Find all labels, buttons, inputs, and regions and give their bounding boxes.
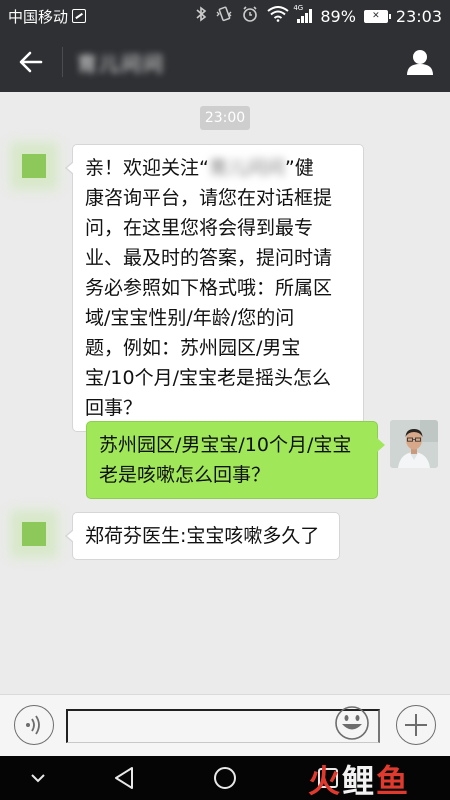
- arrow-left-icon: [19, 51, 43, 73]
- message-line: 域/宝宝性别/年龄/您的问: [85, 307, 295, 329]
- vibrate-icon: [215, 6, 233, 26]
- contact-avatar[interactable]: [10, 142, 58, 190]
- emoji-button[interactable]: [334, 705, 370, 741]
- message-line: 业、最及时的答案，提问时请: [85, 247, 333, 269]
- input-bar: [0, 694, 450, 756]
- watermark-logo: 火 鲤 鱼: [308, 758, 450, 800]
- status-icons: 4G 89% ✕ 23:03: [195, 4, 442, 27]
- chat-header: 育儿问问: [0, 32, 450, 92]
- carrier-group: 中国移动: [8, 6, 87, 27]
- emoji-icon: [335, 706, 369, 740]
- message-bubble-incoming[interactable]: 亲！欢迎关注“育儿问问”健 康咨询平台，请您在对话框提 问，在这里您将会得到最专…: [65, 144, 364, 432]
- back-triangle-icon: [115, 767, 133, 789]
- chat-title: 育儿问问: [77, 51, 165, 76]
- clock: 23:03: [395, 6, 442, 26]
- voice-button[interactable]: [14, 705, 54, 745]
- home-circle-icon: [214, 767, 236, 789]
- time-divider: 23:00: [200, 106, 250, 130]
- watermark-char: 火: [308, 762, 341, 800]
- message-line: 题，例如：苏州园区/男宝: [85, 337, 301, 359]
- header-divider: [62, 47, 63, 77]
- nav-back-button[interactable]: [108, 762, 140, 794]
- bluetooth-icon: [195, 6, 207, 26]
- chevron-down-icon: [31, 774, 45, 783]
- watermark-char: 鲤: [342, 762, 375, 800]
- network-type: 4G: [293, 4, 304, 12]
- message-line: 亲！欢迎关注“育儿问问”健: [85, 157, 314, 179]
- battery-percent: 89%: [320, 6, 356, 26]
- no-sim-icon: [72, 9, 87, 23]
- chat-info-button[interactable]: [390, 32, 450, 92]
- carrier-name: 中国移动: [8, 7, 69, 26]
- person-icon: [407, 50, 433, 75]
- more-actions-button[interactable]: [396, 705, 436, 745]
- wifi-icon: [267, 6, 289, 26]
- nav-home-button[interactable]: [209, 762, 241, 794]
- message-line: 老是咳嗽怎么回事？: [99, 464, 271, 486]
- message-line: 务必参照如下格式哦：所属区: [85, 277, 333, 299]
- nav-collapse-button[interactable]: [22, 762, 54, 794]
- masked-account-name: 育儿问问: [208, 157, 285, 179]
- battery-icon: ✕: [363, 9, 391, 23]
- message-line: 宝/10个月/宝宝老是摇头怎么: [85, 367, 331, 389]
- contact-avatar[interactable]: [10, 510, 58, 558]
- message-line: 郑荷芬医生:宝宝咳嗽多久了: [85, 525, 320, 547]
- user-avatar[interactable]: [390, 420, 438, 468]
- status-bar: 中国移动 4G 89% ✕ 23:03: [0, 0, 450, 32]
- message-line: 康咨询平台，请您在对话框提: [85, 187, 333, 209]
- message-input[interactable]: [66, 709, 380, 743]
- watermark-char: 鱼: [376, 762, 409, 800]
- message-bubble-incoming[interactable]: 郑荷芬医生:宝宝咳嗽多久了: [65, 512, 340, 560]
- back-button[interactable]: [0, 32, 62, 92]
- message-line: 回事？: [85, 397, 143, 419]
- message-line: 问，在这里您将会得到最专: [85, 217, 314, 239]
- signal-icon: 4G: [293, 4, 313, 23]
- message-line: 苏州园区/男宝宝/10个月/宝宝: [99, 434, 352, 456]
- message-bubble-outgoing[interactable]: 苏州园区/男宝宝/10个月/宝宝 老是咳嗽怎么回事？: [86, 421, 385, 499]
- voice-icon: [26, 715, 40, 735]
- alarm-icon: [241, 5, 259, 27]
- user-photo: [390, 420, 438, 468]
